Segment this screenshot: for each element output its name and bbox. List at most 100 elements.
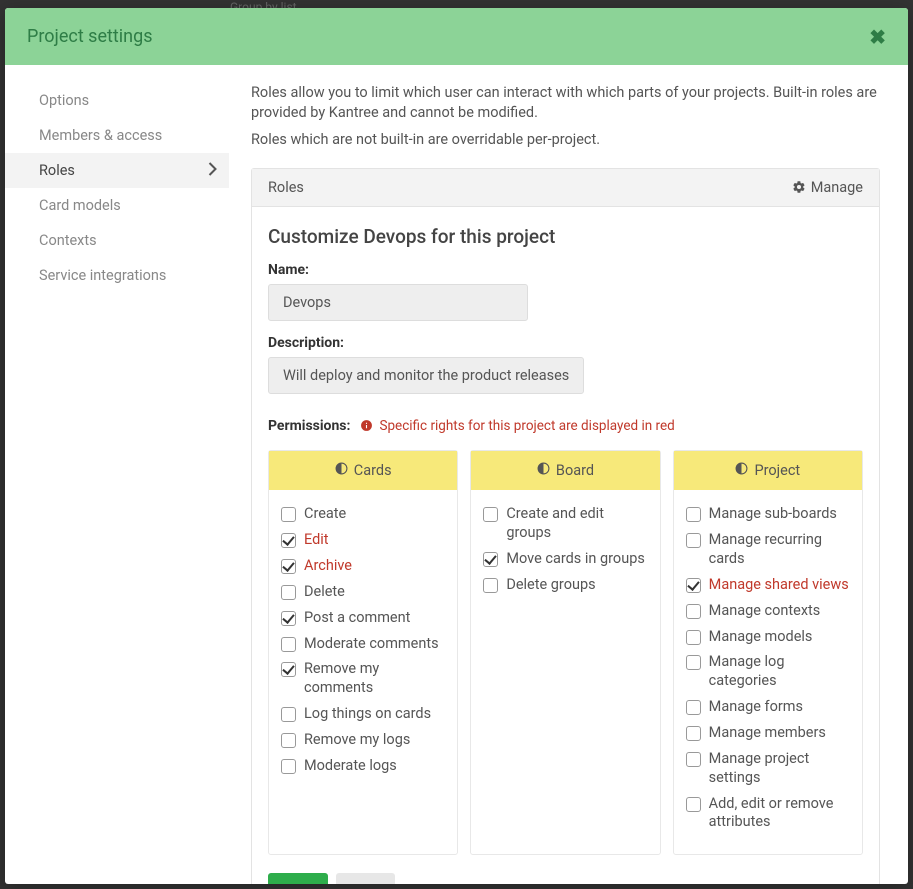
permission-column-title: Board xyxy=(556,462,594,479)
permission-label: Manage project settings xyxy=(709,750,850,788)
permission-label: Manage models xyxy=(709,628,813,647)
permission-checkbox[interactable] xyxy=(483,578,498,593)
permission-item: Manage forms xyxy=(686,695,850,721)
sidebar-item-label: Members & access xyxy=(39,127,162,144)
permission-checkbox[interactable] xyxy=(483,507,498,522)
sidebar-item-roles[interactable]: Roles xyxy=(5,153,229,188)
permission-column-header: Project xyxy=(674,451,862,490)
permission-checkbox[interactable] xyxy=(281,759,296,774)
permission-checkbox[interactable] xyxy=(686,604,701,619)
contrast-icon xyxy=(537,462,550,479)
modal-title: Project settings xyxy=(27,26,153,47)
permission-checkbox[interactable] xyxy=(281,585,296,600)
role-name-input[interactable]: Devops xyxy=(268,284,528,321)
roles-intro: Roles allow you to limit which user can … xyxy=(251,83,880,150)
permission-label: Add, edit or remove attributes xyxy=(709,795,850,833)
permission-checkbox[interactable] xyxy=(281,637,296,652)
sidebar-item-members-access[interactable]: Members & access xyxy=(5,118,229,153)
permission-checkbox[interactable] xyxy=(686,655,701,670)
sidebar-item-label: Roles xyxy=(39,162,75,179)
permission-label: Manage shared views xyxy=(709,576,849,595)
sidebar-item-label: Options xyxy=(39,92,89,109)
permission-label: Manage contexts xyxy=(709,602,821,621)
permission-column-header: Board xyxy=(471,451,659,490)
sidebar-item-label: Contexts xyxy=(39,232,97,249)
permission-item: Delete xyxy=(281,579,445,605)
role-action-buttons: Save Back xyxy=(268,873,863,884)
permission-checkbox[interactable] xyxy=(281,707,296,722)
permission-label: Create and edit groups xyxy=(506,505,647,543)
permission-label: Remove my comments xyxy=(304,660,445,698)
permission-item: Log things on cards xyxy=(281,702,445,728)
permission-checkbox[interactable] xyxy=(686,700,701,715)
permission-label: Moderate comments xyxy=(304,635,439,654)
permission-item: Manage log categories xyxy=(686,650,850,695)
permission-item: Manage shared views xyxy=(686,572,850,598)
permission-checkbox[interactable] xyxy=(686,797,701,812)
permission-label: Create xyxy=(304,505,346,524)
roles-panel-body: Customize Devops for this project Name: … xyxy=(252,207,879,884)
permissions-columns: Cards Create EditArchiveDelete Post a comme… xyxy=(268,450,863,855)
permission-label: Manage sub-boards xyxy=(709,505,837,524)
permission-checkbox[interactable] xyxy=(281,733,296,748)
permission-item: Delete groups xyxy=(483,572,647,598)
manage-roles-button[interactable]: Manage xyxy=(792,179,863,196)
permission-item: Post a comment xyxy=(281,605,445,631)
permissions-header: Permissions: Specific rights for this pr… xyxy=(268,418,863,434)
intro-line-1: Roles allow you to limit which user can … xyxy=(251,83,880,124)
permission-checkbox[interactable] xyxy=(281,533,296,548)
name-label: Name: xyxy=(268,262,863,278)
close-icon[interactable]: ✖ xyxy=(869,27,886,47)
permission-item: Moderate comments xyxy=(281,631,445,657)
permission-item: Manage sub-boards xyxy=(686,502,850,528)
permission-item: Archive xyxy=(281,554,445,580)
role-description-input[interactable]: Will deploy and monitor the product rele… xyxy=(268,357,584,394)
permission-label: Remove my logs xyxy=(304,731,410,750)
permission-item: Manage project settings xyxy=(686,746,850,791)
sidebar-item-options[interactable]: Options xyxy=(5,83,229,118)
permission-checkbox[interactable] xyxy=(686,578,701,593)
save-button[interactable]: Save xyxy=(268,873,328,884)
permission-column-board: Board Create and edit groups Move cards in… xyxy=(470,450,660,855)
permission-checkbox[interactable] xyxy=(281,507,296,522)
roles-panel-title: Roles xyxy=(268,179,304,196)
permission-column-header: Cards xyxy=(269,451,457,490)
gear-icon xyxy=(792,180,806,194)
permission-checkbox[interactable] xyxy=(686,630,701,645)
sidebar-item-label: Card models xyxy=(39,197,121,214)
intro-line-2: Roles which are not built-in are overrid… xyxy=(251,130,880,150)
permission-item: Remove my comments xyxy=(281,657,445,702)
permission-item: Manage models xyxy=(686,624,850,650)
manage-roles-label: Manage xyxy=(811,179,863,196)
sidebar-item-service-integrations[interactable]: Service integrations xyxy=(5,258,229,293)
permission-column-title: Project xyxy=(754,462,800,479)
back-button[interactable]: Back xyxy=(336,873,395,884)
permission-checkbox[interactable] xyxy=(281,611,296,626)
permission-label: Manage forms xyxy=(709,698,803,717)
permission-item: Edit xyxy=(281,528,445,554)
permission-checkbox[interactable] xyxy=(686,507,701,522)
sidebar-item-contexts[interactable]: Contexts xyxy=(5,223,229,258)
permission-item: Create xyxy=(281,502,445,528)
settings-main: Roles allow you to limit which user can … xyxy=(229,65,908,884)
contrast-icon xyxy=(735,462,748,479)
permission-checkbox[interactable] xyxy=(686,533,701,548)
modal-body: Options Members & access Roles Card models C… xyxy=(5,65,908,884)
permission-item: Manage members xyxy=(686,720,850,746)
sidebar-item-label: Service integrations xyxy=(39,267,166,284)
permission-checkbox[interactable] xyxy=(281,559,296,574)
modal-header: Project settings ✖ xyxy=(5,8,908,65)
permission-checkbox[interactable] xyxy=(686,726,701,741)
permission-checkbox[interactable] xyxy=(686,752,701,767)
permissions-note-text: Specific rights for this project are dis… xyxy=(379,418,674,434)
permission-item: Moderate logs xyxy=(281,753,445,779)
permission-label: Move cards in groups xyxy=(506,550,645,569)
permission-label: Moderate logs xyxy=(304,757,397,776)
permission-label: Post a comment xyxy=(304,609,410,628)
permission-checkbox[interactable] xyxy=(281,662,296,677)
permission-checkbox[interactable] xyxy=(483,552,498,567)
permission-item: Add, edit or remove attributes xyxy=(686,791,850,836)
sidebar-item-card-models[interactable]: Card models xyxy=(5,188,229,223)
permission-label: Log things on cards xyxy=(304,705,431,724)
permission-list: Create and edit groups Move cards in grou… xyxy=(471,490,659,616)
